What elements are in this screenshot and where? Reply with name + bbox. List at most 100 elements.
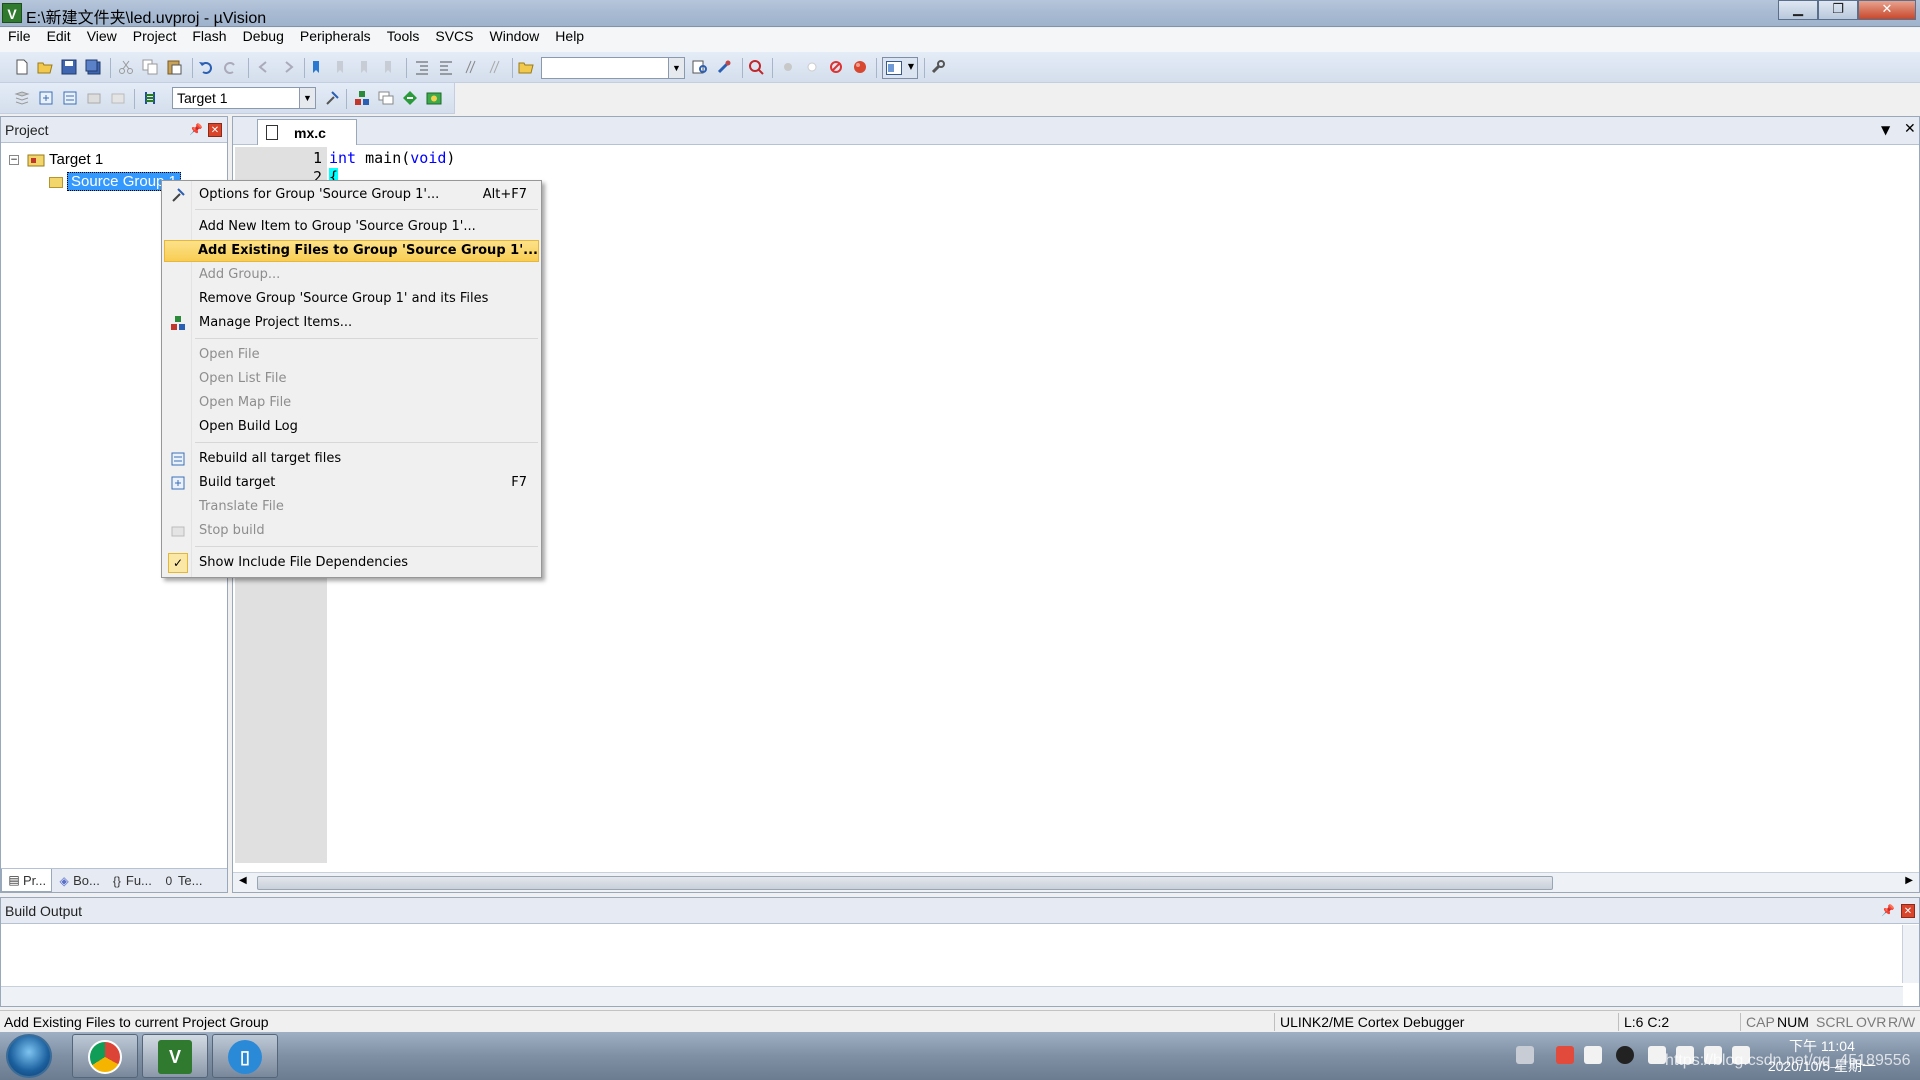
scroll-left-icon[interactable]: ◀ — [239, 875, 247, 886]
undo-icon[interactable] — [198, 59, 214, 75]
chevron-down-icon[interactable]: ▼ — [668, 58, 684, 78]
breakpoint-disable-icon[interactable] — [828, 59, 844, 75]
menu-project[interactable]: Project — [125, 28, 185, 52]
editor-horizontal-scrollbar[interactable]: ◀ ▶ — [233, 872, 1919, 892]
ctx-open-build-log[interactable]: Open Build Log — [164, 416, 539, 438]
menu-help[interactable]: Help — [547, 28, 592, 52]
ctx-show-include-deps[interactable]: ✓ Show Include File Dependencies — [164, 552, 539, 574]
clear-bookmarks-icon[interactable] — [382, 59, 398, 75]
ctx-rebuild-all[interactable]: Rebuild all target files — [164, 448, 539, 470]
indent-icon[interactable] — [414, 59, 430, 75]
qq-tray-icon[interactable] — [1616, 1046, 1634, 1064]
bookmark-icon[interactable] — [310, 59, 326, 75]
start-button[interactable] — [6, 1034, 52, 1078]
nav-forward-icon[interactable] — [280, 59, 296, 75]
breakpoint-enable-icon[interactable] — [804, 59, 820, 75]
debug-session-icon[interactable] — [748, 59, 764, 75]
taskbar-uvision[interactable]: V — [142, 1034, 208, 1078]
pin-icon[interactable]: 📌 — [189, 123, 203, 137]
tab-list-chevron-icon[interactable]: ▼ — [1881, 123, 1890, 137]
pack-installer-icon[interactable] — [426, 90, 442, 106]
ctx-remove-group[interactable]: Remove Group 'Source Group 1' and its Fi… — [164, 288, 539, 310]
cut-icon[interactable] — [118, 59, 134, 75]
pin-icon[interactable]: 📌 — [1881, 904, 1895, 918]
tab-books[interactable]: ◈ Bo... — [52, 869, 105, 892]
ctx-options-for-group[interactable]: Options for Group 'Source Group 1'... Al… — [164, 184, 539, 206]
find-in-files-icon[interactable] — [518, 59, 534, 75]
open-file-icon[interactable] — [37, 59, 53, 75]
scroll-right-icon[interactable]: ▶ — [1905, 875, 1913, 886]
menu-file[interactable]: File — [0, 28, 39, 52]
build-output-horizontal-scrollbar[interactable] — [1, 986, 1903, 1006]
menu-edit[interactable]: Edit — [39, 28, 79, 52]
stop-build-icon[interactable] — [110, 90, 126, 106]
minimize-button[interactable]: ▁ — [1778, 0, 1818, 20]
prev-bookmark-icon[interactable] — [334, 59, 350, 75]
ctx-translate-file[interactable]: Translate File — [164, 496, 539, 518]
build-icon[interactable] — [38, 90, 54, 106]
scrollbar-thumb[interactable] — [257, 876, 1553, 890]
close-icon[interactable]: ✕ — [208, 123, 222, 137]
comment-icon[interactable] — [462, 59, 478, 75]
target-options-icon[interactable] — [324, 90, 340, 106]
code-line[interactable]: int main(void) — [329, 149, 455, 167]
menu-flash[interactable]: Flash — [184, 28, 234, 52]
download-icon[interactable] — [142, 90, 158, 106]
ctx-stop-build[interactable]: Stop build — [164, 520, 539, 542]
tab-project[interactable]: ▤ Pr... — [1, 869, 53, 892]
next-bookmark-icon[interactable] — [358, 59, 374, 75]
menu-window[interactable]: Window — [482, 28, 548, 52]
ctx-open-list-file[interactable]: Open List File — [164, 368, 539, 390]
tab-mx-c[interactable]: mx.c — [257, 119, 357, 145]
menu-debug[interactable]: Debug — [235, 28, 292, 52]
nav-back-icon[interactable] — [256, 59, 272, 75]
save-all-icon[interactable] — [85, 59, 101, 75]
menu-tools[interactable]: Tools — [379, 28, 428, 52]
ctx-add-new-item[interactable]: Add New Item to Group 'Source Group 1'..… — [164, 216, 539, 238]
copy-icon[interactable] — [142, 59, 158, 75]
menu-svcs[interactable]: SVCS — [427, 28, 481, 52]
paste-icon[interactable] — [166, 59, 182, 75]
breakpoint-kill-icon[interactable] — [852, 59, 868, 75]
chevron-down-icon[interactable]: ▼ — [299, 88, 315, 108]
ctx-manage-project-items[interactable]: Manage Project Items... — [164, 312, 539, 334]
redo-icon[interactable] — [222, 59, 238, 75]
tab-templates[interactable]: 0 Te... — [157, 869, 208, 892]
taskbar-chrome[interactable] — [72, 1034, 138, 1078]
ctx-add-group[interactable]: Add Group... — [164, 264, 539, 286]
configure-wrench-icon[interactable] — [930, 59, 946, 75]
batch-build-icon[interactable] — [86, 90, 102, 106]
menu-view[interactable]: View — [79, 28, 125, 52]
uvision-app-icon[interactable]: V — [2, 3, 22, 23]
find-combo[interactable]: ▼ — [541, 57, 685, 79]
menu-peripherals[interactable]: Peripherals — [292, 28, 379, 52]
close-button[interactable]: ✕ — [1858, 0, 1916, 20]
maximize-button[interactable]: ❐ — [1818, 0, 1858, 20]
target-select[interactable]: Target 1 ▼ — [172, 87, 316, 109]
save-icon[interactable] — [61, 59, 77, 75]
find-symbol-icon[interactable] — [716, 59, 732, 75]
tree-item-target[interactable]: Target 1 — [27, 151, 103, 171]
unindent-icon[interactable] — [438, 59, 454, 75]
select-packs-icon[interactable] — [402, 90, 418, 106]
manage-project-icon[interactable] — [354, 90, 370, 106]
window-tray-icon[interactable] — [1584, 1046, 1602, 1064]
ctx-open-file[interactable]: Open File — [164, 344, 539, 366]
breakpoint-insert-icon[interactable] — [780, 59, 796, 75]
build-output-vertical-scrollbar[interactable] — [1902, 925, 1919, 983]
ctx-open-map-file[interactable]: Open Map File — [164, 392, 539, 414]
close-tab-icon[interactable]: ✕ — [1904, 121, 1916, 137]
close-icon[interactable]: ✕ — [1901, 904, 1915, 918]
taskbar-phone-app[interactable]: ▯ — [212, 1034, 278, 1078]
new-file-icon[interactable] — [14, 59, 30, 75]
tray-app-icon[interactable] — [1556, 1046, 1574, 1064]
tab-functions[interactable]: {} Fu... — [105, 869, 157, 892]
ctx-build-target[interactable]: Build target F7 — [164, 472, 539, 494]
window-layout-dropdown[interactable]: ▼ — [882, 57, 918, 79]
collapse-toggle-icon[interactable]: − — [9, 155, 19, 165]
translate-icon[interactable] — [14, 90, 30, 106]
ctx-add-existing-files[interactable]: Add Existing Files to Group 'Source Grou… — [164, 240, 539, 262]
uncomment-icon[interactable] — [486, 59, 502, 75]
incremental-find-icon[interactable] — [692, 59, 708, 75]
file-extensions-icon[interactable] — [378, 90, 394, 106]
